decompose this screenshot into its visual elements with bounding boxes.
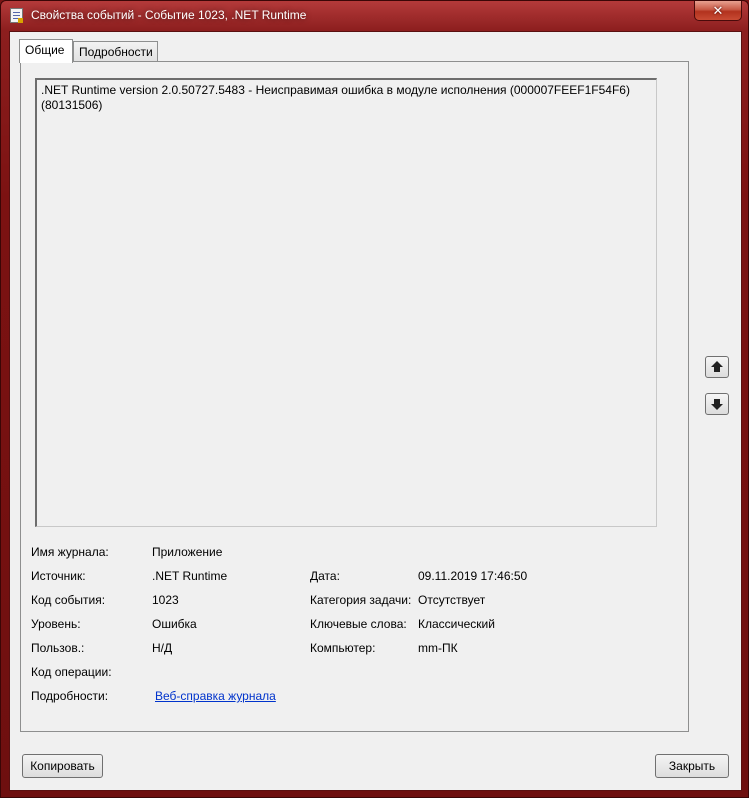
dialog-client-area: Общие Подробности .NET Runtime version 2…	[9, 31, 742, 791]
task-category-value: Отсутствует	[418, 593, 486, 607]
task-category-label: Категория задачи:	[310, 593, 412, 607]
close-window-button[interactable]: ✕	[694, 1, 742, 21]
arrow-down-icon	[711, 399, 723, 410]
general-tab-panel: .NET Runtime version 2.0.50727.5483 - Не…	[20, 61, 689, 732]
copy-button[interactable]: Копировать	[22, 754, 103, 778]
event-id-label: Код события:	[31, 593, 106, 607]
event-id-value: 1023	[152, 593, 179, 607]
level-label: Уровень:	[31, 617, 81, 631]
user-value: Н/Д	[152, 641, 173, 655]
source-value: .NET Runtime	[152, 569, 228, 583]
title-bar[interactable]: Свойства событий - Событие 1023, .NET Ru…	[1, 1, 748, 29]
window-title: Свойства событий - Событие 1023, .NET Ru…	[31, 8, 307, 22]
event-log-online-help-link[interactable]: Веб-справка журнала	[155, 689, 276, 703]
keywords-value: Классический	[418, 617, 495, 631]
previous-event-button[interactable]	[705, 356, 729, 378]
log-name-label: Имя журнала:	[31, 545, 109, 559]
logged-label: Дата:	[310, 569, 340, 583]
log-name-value: Приложение	[152, 545, 223, 559]
keywords-label: Ключевые слова:	[310, 617, 407, 631]
more-info-label: Подробности:	[31, 689, 109, 703]
computer-value: mm-ПК	[418, 641, 458, 655]
tab-details[interactable]: Подробности	[73, 41, 158, 63]
opcode-label: Код операции:	[31, 665, 112, 679]
event-description[interactable]: .NET Runtime version 2.0.50727.5483 - Не…	[35, 78, 657, 527]
arrow-up-icon	[711, 361, 723, 372]
next-event-button[interactable]	[705, 393, 729, 415]
event-properties-window: Свойства событий - Событие 1023, .NET Ru…	[0, 0, 749, 798]
event-properties-icon	[10, 8, 23, 23]
level-value: Ошибка	[152, 617, 197, 631]
source-label: Источник:	[31, 569, 86, 583]
user-label: Пользов.:	[31, 641, 85, 655]
computer-label: Компьютер:	[310, 641, 376, 655]
tab-general[interactable]: Общие	[19, 39, 73, 63]
close-button[interactable]: Закрыть	[655, 754, 729, 778]
logged-value: 09.11.2019 17:46:50	[418, 569, 528, 583]
